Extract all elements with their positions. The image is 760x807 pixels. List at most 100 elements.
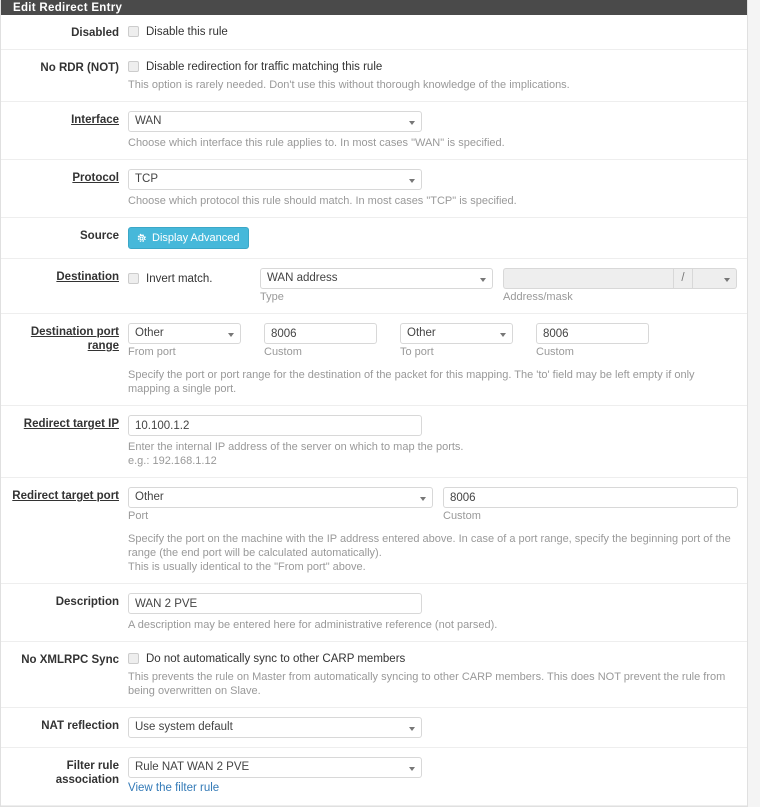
destination-type-value: WAN address bbox=[267, 272, 338, 284]
description-input[interactable] bbox=[128, 593, 422, 614]
label-disabled: Disabled bbox=[71, 27, 119, 39]
label-redirect-target-port: Redirect target port bbox=[12, 490, 119, 502]
to-port-value: Other bbox=[407, 327, 436, 339]
destination-invert-group: Invert match. bbox=[128, 268, 250, 286]
chevron-down-icon bbox=[480, 277, 486, 282]
control-destination: Invert match. WAN address Type / Address… bbox=[128, 268, 747, 304]
redirect-target-ip-help-line2: e.g.: 192.168.1.12 bbox=[128, 455, 217, 467]
redirect-target-port-help-line1: Specify the port on the machine with the… bbox=[128, 533, 731, 559]
redirect-port-group: Other Port bbox=[128, 487, 433, 523]
row-disabled: Disabled Disable this rule bbox=[1, 15, 747, 50]
redirect-target-port-value: Other bbox=[135, 491, 164, 503]
label-interface: Interface bbox=[71, 114, 119, 126]
invert-match-checkbox-label: Invert match. bbox=[146, 272, 213, 285]
to-port-select[interactable]: Other bbox=[400, 323, 513, 344]
destination-address-sublabel: Address/mask bbox=[503, 291, 573, 303]
edit-redirect-entry-panel: Edit Redirect Entry Disabled Disable thi… bbox=[0, 0, 748, 807]
control-redirect-target-port: Other Port Custom Specify the port on th… bbox=[128, 487, 747, 574]
row-nat-reflection: NAT reflection Use system default bbox=[1, 708, 747, 748]
label-destination: Destination bbox=[56, 271, 119, 283]
disable-rule-checkbox-label: Disable this rule bbox=[146, 25, 228, 38]
no-rdr-checkbox[interactable] bbox=[128, 61, 139, 72]
chevron-down-icon bbox=[500, 332, 506, 337]
interface-select[interactable]: WAN bbox=[128, 111, 422, 132]
from-custom-input[interactable] bbox=[264, 323, 377, 344]
row-redirect-target-port: Redirect target port Other Port Custom bbox=[1, 478, 747, 584]
row-destination-port-range: Destination port range Other From port C… bbox=[1, 314, 747, 406]
form-body: Disabled Disable this rule No RDR (NOT) … bbox=[1, 15, 747, 806]
address-mask-separator: / bbox=[673, 268, 693, 289]
from-port-sublabel: From port bbox=[128, 346, 176, 358]
from-port-group: Other From port bbox=[128, 323, 254, 359]
interface-help-text: Choose which interface this rule applies… bbox=[128, 137, 505, 149]
filter-rule-association-value: Rule NAT WAN 2 PVE bbox=[135, 761, 250, 773]
protocol-select[interactable]: TCP bbox=[128, 169, 422, 190]
row-redirect-target-ip: Redirect target IP Enter the internal IP… bbox=[1, 406, 747, 478]
row-destination: Destination Invert match. WAN address Ty… bbox=[1, 259, 747, 314]
display-advanced-button-label: Display Advanced bbox=[152, 232, 240, 244]
no-xmlrpc-sync-checkbox[interactable] bbox=[128, 653, 139, 664]
protocol-help-text: Choose which protocol this rule should m… bbox=[128, 195, 517, 207]
no-rdr-checkbox-label: Disable redirection for traffic matching… bbox=[146, 60, 383, 73]
row-filter-rule-association: Filter rule association Rule NAT WAN 2 P… bbox=[1, 748, 747, 806]
control-source: Display Advanced bbox=[128, 227, 747, 249]
chevron-down-icon bbox=[409, 766, 415, 771]
to-custom-sublabel: Custom bbox=[536, 346, 574, 358]
no-xmlrpc-sync-checkbox-label: Do not automatically sync to other CARP … bbox=[146, 652, 406, 665]
description-help-text: A description may be entered here for ad… bbox=[128, 619, 498, 631]
chevron-down-icon bbox=[409, 120, 415, 125]
redirect-target-custom-input[interactable] bbox=[443, 487, 738, 508]
row-no-rdr: No RDR (NOT) Disable redirection for tra… bbox=[1, 50, 747, 102]
nat-reflection-value: Use system default bbox=[135, 721, 233, 733]
label-nat-reflection: NAT reflection bbox=[41, 720, 119, 732]
control-no-rdr: Disable redirection for traffic matching… bbox=[128, 59, 747, 92]
invert-match-checkbox[interactable] bbox=[128, 273, 139, 284]
label-redirect-target-ip: Redirect target IP bbox=[23, 418, 119, 430]
chevron-down-icon bbox=[409, 178, 415, 183]
nat-reflection-select[interactable]: Use system default bbox=[128, 717, 422, 738]
from-port-value: Other bbox=[135, 327, 164, 339]
control-nat-reflection: Use system default bbox=[128, 717, 747, 738]
redirect-target-ip-input[interactable] bbox=[128, 415, 422, 436]
chevron-down-icon bbox=[420, 496, 426, 501]
destination-type-select[interactable]: WAN address bbox=[260, 268, 493, 289]
redirect-target-ip-help-line1: Enter the internal IP address of the ser… bbox=[128, 441, 464, 453]
destination-type-group: WAN address Type bbox=[260, 268, 493, 304]
redirect-target-custom-sublabel: Custom bbox=[443, 510, 481, 522]
row-description: Description A description may be entered… bbox=[1, 584, 747, 642]
destination-port-range-help-text: Specify the port or port range for the d… bbox=[128, 369, 695, 395]
row-interface: Interface WAN Choose which interface thi… bbox=[1, 102, 747, 160]
label-protocol: Protocol bbox=[72, 172, 119, 184]
destination-address-input[interactable] bbox=[503, 268, 673, 289]
destination-mask-select[interactable] bbox=[693, 268, 737, 289]
label-destination-port-range: Destination port range bbox=[30, 326, 119, 352]
from-custom-group: Custom bbox=[264, 323, 390, 359]
label-no-xmlrpc-sync: No XMLRPC Sync bbox=[21, 654, 119, 666]
to-custom-input[interactable] bbox=[536, 323, 649, 344]
to-port-group: Other To port bbox=[400, 323, 526, 359]
from-custom-sublabel: Custom bbox=[264, 346, 302, 358]
label-filter-rule-association: Filter rule association bbox=[55, 760, 119, 786]
display-advanced-button[interactable]: Display Advanced bbox=[128, 227, 250, 249]
row-no-xmlrpc-sync: No XMLRPC Sync Do not automatically sync… bbox=[1, 642, 747, 708]
redirect-target-port-select[interactable]: Other bbox=[128, 487, 433, 508]
disable-rule-checkbox[interactable] bbox=[128, 26, 139, 37]
destination-address-group: / Address/mask bbox=[503, 268, 737, 304]
row-protocol: Protocol TCP Choose which protocol this … bbox=[1, 160, 747, 218]
filter-rule-association-select[interactable]: Rule NAT WAN 2 PVE bbox=[128, 757, 422, 778]
chevron-down-icon bbox=[724, 277, 730, 282]
label-no-rdr: No RDR (NOT) bbox=[40, 62, 119, 74]
control-no-xmlrpc-sync: Do not automatically sync to other CARP … bbox=[128, 651, 747, 698]
redirect-target-port-sublabel: Port bbox=[128, 510, 149, 522]
destination-type-sublabel: Type bbox=[260, 291, 284, 303]
no-xmlrpc-sync-help-text: This prevents the rule on Master from au… bbox=[128, 671, 726, 697]
to-port-sublabel: To port bbox=[400, 346, 434, 358]
chevron-down-icon bbox=[409, 726, 415, 731]
control-interface: WAN Choose which interface this rule app… bbox=[128, 111, 747, 150]
from-port-select[interactable]: Other bbox=[128, 323, 241, 344]
interface-select-value: WAN bbox=[135, 115, 162, 127]
view-filter-rule-link[interactable]: View the filter rule bbox=[128, 782, 219, 794]
no-rdr-help-text: This option is rarely needed. Don't use … bbox=[128, 79, 570, 91]
gear-icon bbox=[137, 233, 146, 242]
chevron-down-icon bbox=[228, 332, 234, 337]
